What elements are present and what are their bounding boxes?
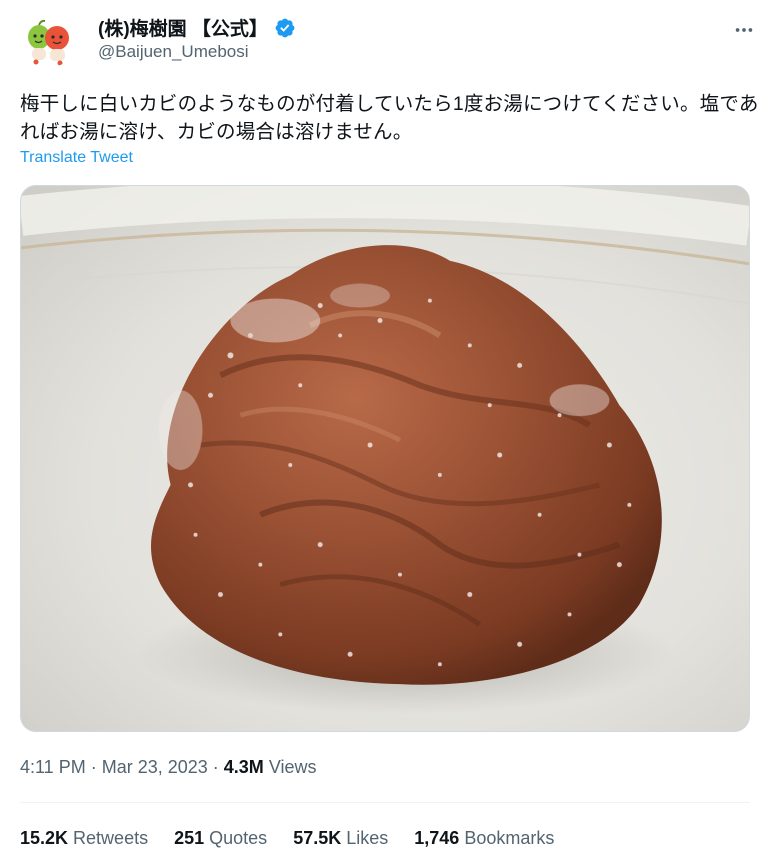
- views-label: Views: [268, 757, 317, 777]
- meta-separator: ·: [212, 757, 219, 777]
- tweet-header: (株)梅樹園 【公式】 @Baijuen_Umebosi: [20, 12, 760, 68]
- translate-tweet-link[interactable]: Translate Tweet: [20, 149, 133, 167]
- verified-badge-icon: [274, 17, 296, 39]
- engagement-stats: 15.2K Retweets 251 Quotes 57.5K Likes 1,…: [20, 828, 554, 849]
- quotes-stat[interactable]: 251 Quotes: [174, 828, 267, 849]
- tweet-text: 梅干しに白いカビのようなものが付着していたら1度お湯につけてください。塩であれば…: [20, 93, 759, 143]
- likes-stat[interactable]: 57.5K Likes: [293, 828, 388, 849]
- tweet-photo[interactable]: [20, 185, 750, 732]
- mascot-avatar-icon[interactable]: [20, 12, 76, 68]
- author-display-name[interactable]: (株)梅樹園 【公式】: [98, 14, 268, 41]
- author-handle[interactable]: @Baijuen_Umebosi: [98, 42, 249, 62]
- bookmarks-label: Bookmarks: [464, 828, 555, 848]
- umeboshi-photo: [21, 186, 749, 731]
- retweets-count: 15.2K: [20, 828, 69, 848]
- quotes-label: Quotes: [209, 828, 268, 848]
- bookmarks-count: 1,746: [414, 828, 460, 848]
- tweet-time[interactable]: 4:11 PM: [20, 757, 86, 778]
- views-count: 4.3M: [223, 757, 264, 777]
- meta-separator: ·: [90, 757, 97, 777]
- author-name-row[interactable]: (株)梅樹園 【公式】: [98, 14, 296, 41]
- retweets-label: Retweets: [73, 828, 149, 848]
- quotes-count: 251: [174, 828, 205, 848]
- tweet-date[interactable]: Mar 23, 2023: [102, 757, 208, 778]
- likes-count: 57.5K: [293, 828, 342, 848]
- bookmarks-stat[interactable]: 1,746 Bookmarks: [414, 828, 554, 849]
- likes-label: Likes: [346, 828, 389, 848]
- divider: [20, 802, 750, 803]
- more-options-icon[interactable]: [730, 18, 758, 42]
- tweet-meta: 4:11 PM · Mar 23, 2023 · 4.3M Views: [20, 757, 317, 778]
- retweets-stat[interactable]: 15.2K Retweets: [20, 828, 148, 849]
